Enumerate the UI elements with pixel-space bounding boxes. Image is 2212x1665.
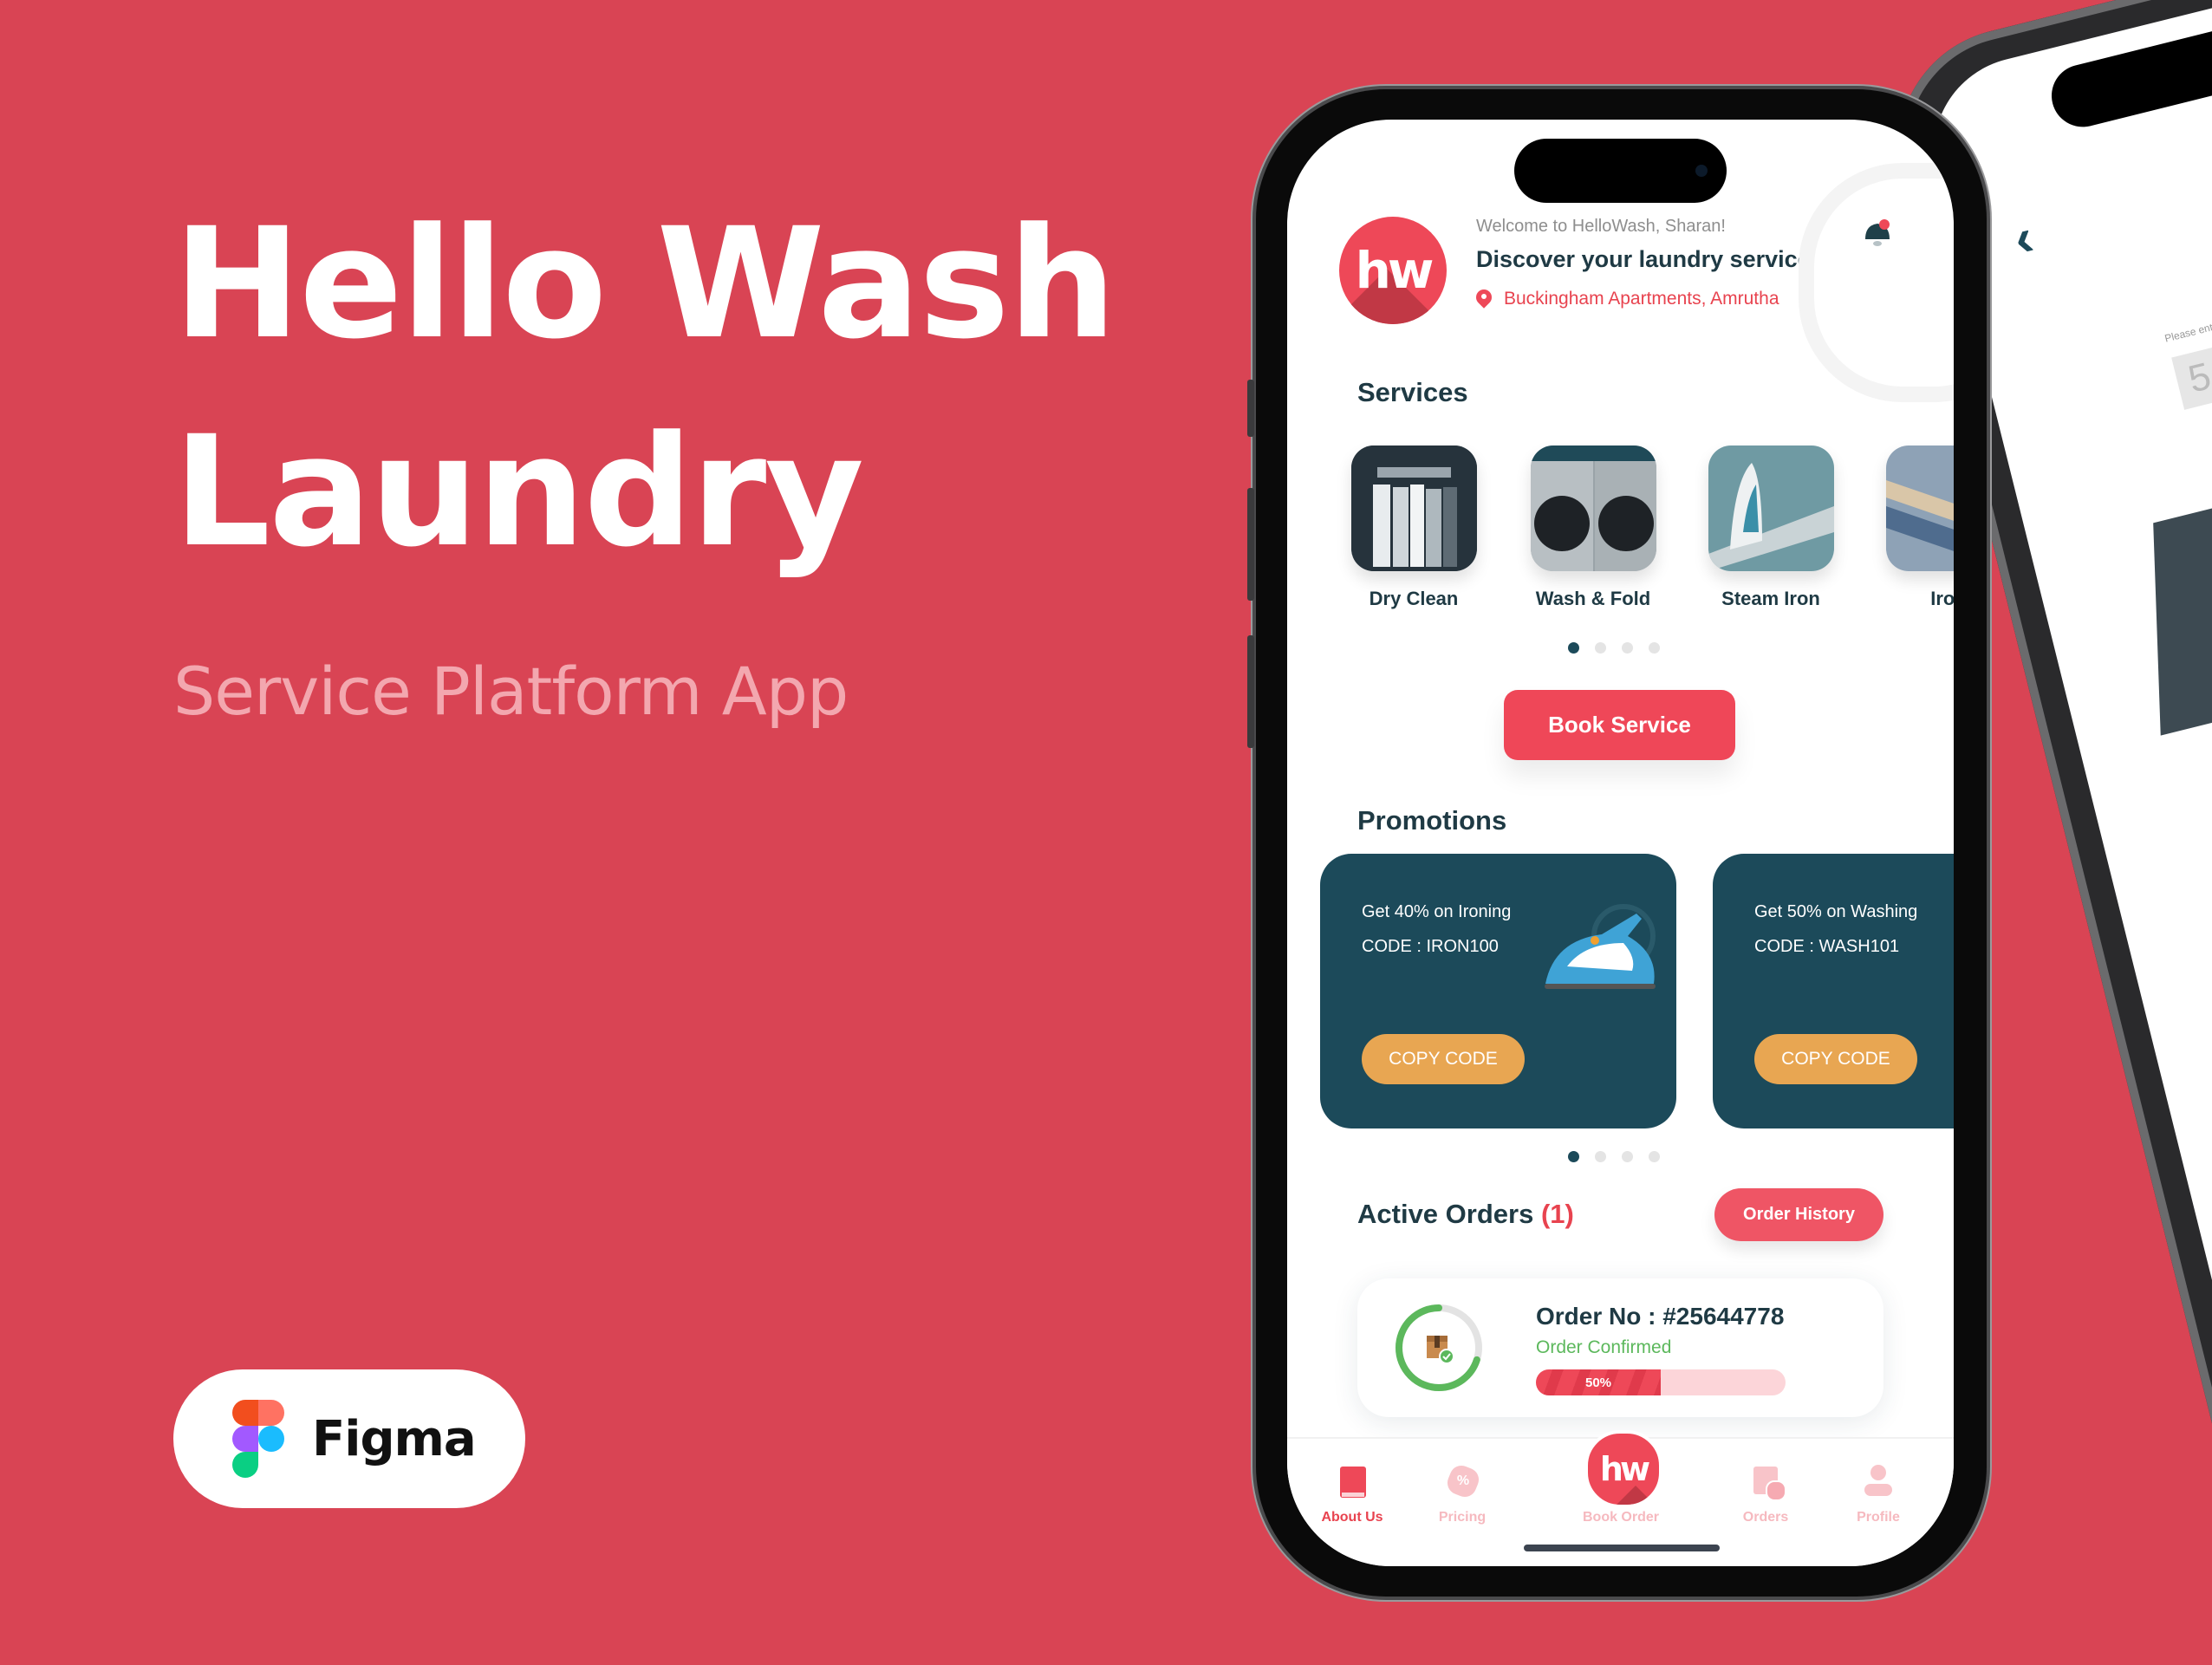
promo-card[interactable]: Get 50% on Washing CODE : WASH101 COPY C… (1713, 854, 1954, 1128)
notification-ring-decor (1799, 163, 1954, 402)
location-pin-icon (1476, 289, 1492, 309)
ironed-clothes-photo (1886, 446, 1954, 571)
hero-title: Hello Wash Laundry (173, 180, 1116, 596)
orders-box-icon (1748, 1463, 1786, 1501)
dry-clean-photo (1351, 446, 1477, 571)
pager-dot[interactable] (1649, 1151, 1660, 1162)
services-title: Services (1357, 377, 1468, 407)
steam-iron-photo (1708, 446, 1834, 571)
hero-title-line1: Hello Wash (173, 195, 1116, 373)
pager-dot[interactable] (1568, 1151, 1579, 1162)
pager-dot[interactable] (1595, 642, 1606, 654)
figma-label: Figma (312, 1410, 477, 1467)
book-icon (1335, 1463, 1369, 1501)
tab-profile[interactable]: Profile (1822, 1463, 1935, 1525)
service-tile-iron[interactable] (1886, 446, 1954, 571)
bell-icon[interactable] (1860, 215, 1895, 250)
promo-code: CODE : IRON100 (1362, 937, 1499, 956)
pager-dot[interactable] (1622, 642, 1633, 654)
discount-badge-icon: % (1443, 1461, 1483, 1501)
order-status: Order Confirmed (1536, 1337, 1672, 1357)
order-number: Order No : #25644778 (1536, 1303, 1785, 1330)
welcome-text: Welcome to HelloWash, Sharan! (1476, 217, 1726, 236)
book-service-button[interactable]: Book Service (1504, 690, 1735, 760)
pager-dot[interactable] (1649, 642, 1660, 654)
promotions-pager[interactable] (1568, 1151, 1660, 1162)
service-tile-steam-iron[interactable] (1708, 446, 1834, 571)
service-label: Dry Clean (1369, 588, 1459, 609)
dynamic-island (1514, 139, 1727, 203)
copy-code-button[interactable]: COPY CODE (1362, 1034, 1525, 1084)
washing-machines-photo (1531, 446, 1656, 571)
service-tile-wash-fold[interactable] (1531, 446, 1656, 571)
services-pager[interactable] (1568, 642, 1660, 654)
copy-code-button[interactable]: COPY CODE (1754, 1034, 1917, 1084)
hero-title-line2: Laundry (173, 403, 864, 581)
promo-card[interactable]: Get 40% on Ironing CODE : IRON100 COPY C… (1320, 854, 1676, 1128)
verify-hint: Please enter the (2163, 315, 2212, 345)
pager-dot[interactable] (1622, 1151, 1633, 1162)
promo-headline: Get 40% on Ironing (1362, 902, 1512, 921)
promo-headline: Get 50% on Washing (1754, 902, 1918, 921)
active-order-card[interactable]: Order No : #25644778 Order Confirmed 50% (1357, 1278, 1883, 1417)
tab-pricing[interactable]: % Pricing (1406, 1461, 1519, 1525)
user-icon (1861, 1463, 1896, 1501)
dynamic-island (2045, 20, 2212, 134)
chevron-left-icon[interactable]: ‹ (2008, 206, 2040, 269)
tab-orders[interactable]: Orders (1709, 1463, 1822, 1525)
phone-volume-up-button (1247, 488, 1254, 601)
phone-mockup: hw Welcome to HelloWash, Sharan! Discove… (1247, 89, 1987, 1597)
order-progress-bar: 50% (1536, 1369, 1786, 1395)
address-text: Buckingham Apartments, Amrutha (1504, 289, 1779, 309)
iron-icon (1545, 904, 1656, 989)
illustration-chair (2153, 468, 2212, 736)
order-progress-ring (1396, 1304, 1482, 1391)
package-check-icon (1427, 1336, 1454, 1364)
pager-dot[interactable] (1595, 1151, 1606, 1162)
phone-volume-down-button (1247, 635, 1254, 748)
promo-code: CODE : WASH101 (1754, 937, 1900, 956)
hw-logo-icon[interactable]: hw (1584, 1430, 1662, 1508)
figma-logo-icon (232, 1400, 284, 1478)
active-orders-count: (1) (1540, 1199, 1574, 1229)
service-label: Steam Iron (1721, 588, 1820, 609)
promotions-title: Promotions (1357, 805, 1507, 836)
address-selector[interactable]: Buckingham Apartments, Amrutha (1476, 289, 1779, 309)
otp-digit[interactable]: 5 (2171, 347, 2212, 410)
order-progress-fill: 50% (1536, 1369, 1661, 1395)
service-label: Iron (1930, 588, 1954, 609)
active-orders-title: Active Orders (1) (1357, 1199, 1574, 1229)
home-indicator[interactable] (1524, 1545, 1720, 1551)
hero-subtitle: Service Platform App (173, 653, 849, 730)
app-screen: hw Welcome to HelloWash, Sharan! Discove… (1287, 120, 1954, 1566)
app-logo: hw (1339, 217, 1447, 324)
figma-badge: Figma (173, 1369, 525, 1508)
tab-about-us[interactable]: About Us (1296, 1463, 1409, 1525)
order-history-button[interactable]: Order History (1714, 1188, 1883, 1241)
headline: Discover your laundry service (1476, 246, 1811, 272)
service-label: Wash & Fold (1535, 588, 1651, 609)
phone-action-button (1247, 380, 1254, 437)
pager-dot[interactable] (1568, 642, 1579, 654)
service-tile-dry-clean[interactable] (1351, 446, 1477, 571)
